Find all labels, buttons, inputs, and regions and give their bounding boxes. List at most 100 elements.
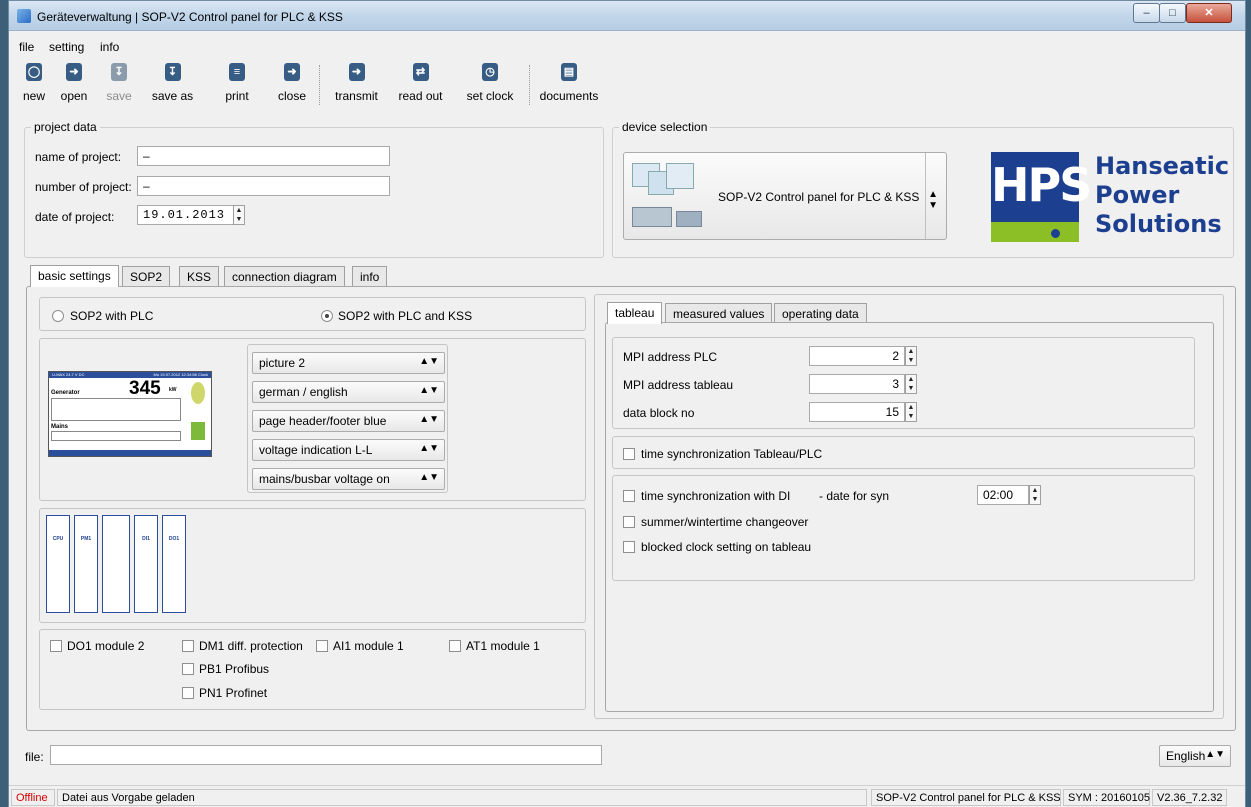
device-select[interactable]: SOP-V2 Control panel for PLC & KSS ▲ ▼ [623,152,947,240]
open-button[interactable]: ➜ open [54,59,94,105]
print-button[interactable]: ≡ print [219,59,255,105]
hps-logo: HPS Hanseatic Power Solutions [987,150,1229,246]
display-preview: U-MAX 24.7 V DC Mo 19.07.2012 12:34:56 Cl… [48,371,212,457]
pb1-profibus-checkbox[interactable] [182,663,194,675]
header-footer-select-value: page header/footer blue [259,414,387,428]
logo-line-1: Hanseatic [1095,152,1230,180]
module-do1-label: DO1 [168,536,180,542]
number-of-project-input[interactable]: – [137,176,390,196]
blocked-clock-checkbox[interactable] [623,541,635,553]
data-block-input[interactable]: 15 [809,402,905,422]
save-button[interactable]: ↧ save [99,59,139,105]
date-of-project-input[interactable]: 19.01.2013 [137,205,234,225]
ai1-module-1-checkbox[interactable] [316,640,328,652]
voltage-indication-select-value: voltage indication L-L [259,443,373,457]
radio-sop2-plc[interactable] [52,310,64,322]
title-bar: Geräteverwaltung | SOP-V2 Control panel … [9,1,1245,31]
maximize-button[interactable]: □ [1159,3,1186,23]
tab-info[interactable]: info [352,266,388,286]
logo-green-bar [991,222,1079,242]
device-select-label: SOP-V2 Control panel for PLC & KSS [718,190,920,204]
document-icon [191,422,205,440]
project-data-title: project data [31,120,100,134]
mpi-plc-input[interactable]: 2 [809,346,905,366]
pb1-profibus-label: PB1 Profibus [199,662,270,676]
logo-line-3: Solutions [1095,210,1222,238]
language-pair-select[interactable]: german / english ▲▼ [252,381,445,403]
toolbar: ◯ new ➜ open ↧ save ↧ save as ≡ print ➜ close … [9,59,1245,107]
module-do1: DO1 [162,515,186,613]
summer-winter-checkbox[interactable] [623,516,635,528]
tab-connection-diagram[interactable]: connection diagram [224,266,345,286]
minimize-button[interactable]: – [1133,3,1160,23]
dm1-diff-protection-label: DM1 diff. protection [199,639,303,653]
menu-bar: file setting info [9,37,1245,57]
date-for-syn-input[interactable]: 02:00 [977,485,1029,505]
close-file-button[interactable]: ➜ close [272,59,312,105]
date-for-syn-spinner[interactable]: ▲ ▼ [1029,485,1041,505]
tab-measured-values[interactable]: measured values [665,303,773,323]
at1-module-1-checkbox[interactable] [449,640,461,652]
tab-kss[interactable]: KSS [179,266,220,286]
name-of-project-input[interactable]: – [137,146,390,166]
voltage-indication-select[interactable]: voltage indication L-L ▲▼ [252,439,445,461]
preview-mains-table [51,431,181,441]
data-block-label: data block no [623,406,695,420]
chevron-updown-icon: ▲▼ [419,472,439,483]
sync-di-checkbox[interactable] [623,490,635,502]
device-thumbnail [630,161,706,229]
status-message: Datei aus Vorgabe geladen [57,789,867,806]
dropdown-group: picture 2 ▲▼ german / english ▲▼ page head… [247,344,448,493]
tableau-settings-frame: tableau measured values operating data M… [594,294,1224,719]
save-icon: ↧ [111,63,127,81]
tableau-panel: MPI address PLC 2 ▲ ▼ MPI address tableau… [605,322,1214,712]
menu-info[interactable]: info [100,40,119,54]
preview-unit: kW [169,387,177,393]
read-out-icon: ⇄ [412,63,429,81]
tab-operating-data[interactable]: operating data [774,303,867,323]
mpi-plc-spinner[interactable]: ▲ ▼ [905,346,917,366]
new-button[interactable]: ◯ new [16,59,52,105]
mpi-tableau-input[interactable]: 3 [809,374,905,394]
pn1-profinet-checkbox[interactable] [182,687,194,699]
module-cpu: CPU [46,515,70,613]
save-as-icon: ↧ [164,63,181,81]
language-select[interactable]: English ▲▼ [1159,745,1231,767]
save-as-button[interactable]: ↧ save as [145,59,200,105]
mpi-tableau-spinner[interactable]: ▲ ▼ [905,374,917,394]
logo-wordmark: Hanseatic Power Solutions [1095,152,1229,239]
file-path-input[interactable] [50,745,602,765]
radio-sop2-plc-label: SOP2 with PLC [70,309,154,323]
picture-select[interactable]: picture 2 ▲▼ [252,352,445,374]
data-block-spinner[interactable]: ▲ ▼ [905,402,917,422]
menu-setting[interactable]: setting [49,40,84,54]
hps-logo-mark: HPS [991,152,1092,222]
do1-module-2-checkbox[interactable] [50,640,62,652]
language-select-value: English [1166,749,1206,763]
tab-sop2[interactable]: SOP2 [122,266,171,286]
tab-tableau[interactable]: tableau [607,302,663,324]
date-spinner[interactable]: ▲ ▼ [233,205,245,225]
close-window-button[interactable]: ✕ [1186,3,1232,23]
menu-file[interactable]: file [19,40,34,54]
open-icon: ➜ [66,63,82,81]
set-clock-button[interactable]: ◷ set clock [459,59,521,105]
sop2-mode-group: SOP2 with PLC SOP2 with PLC and KSS [39,297,586,331]
picture-select-value: picture 2 [259,356,306,370]
pn1-profinet-label: PN1 Profinet [199,686,268,700]
mpi-group: MPI address PLC 2 ▲ ▼ MPI address tableau… [612,337,1195,429]
dm1-diff-protection-checkbox[interactable] [182,640,194,652]
documents-button[interactable]: ▤ documents [537,59,601,105]
tab-basic-settings[interactable]: basic settings [30,265,119,287]
mains-busbar-select[interactable]: mains/busbar voltage on ▲▼ [252,468,445,490]
sync-tableau-plc-checkbox[interactable] [623,448,635,460]
summer-winter-label: summer/wintertime changeover [641,515,809,529]
transmit-button[interactable]: ➜ transmit [329,59,384,105]
read-out-button[interactable]: ⇄ read out [393,59,448,105]
preview-mains: Mains [51,424,69,430]
date-for-syn-label: - date for syn [819,489,890,503]
device-selection-group: device selection SOP-V2 Control panel fo… [612,120,1234,258]
print-icon: ≡ [229,63,245,81]
header-footer-select[interactable]: page header/footer blue ▲▼ [252,410,445,432]
radio-sop2-plc-kss[interactable] [321,310,333,322]
